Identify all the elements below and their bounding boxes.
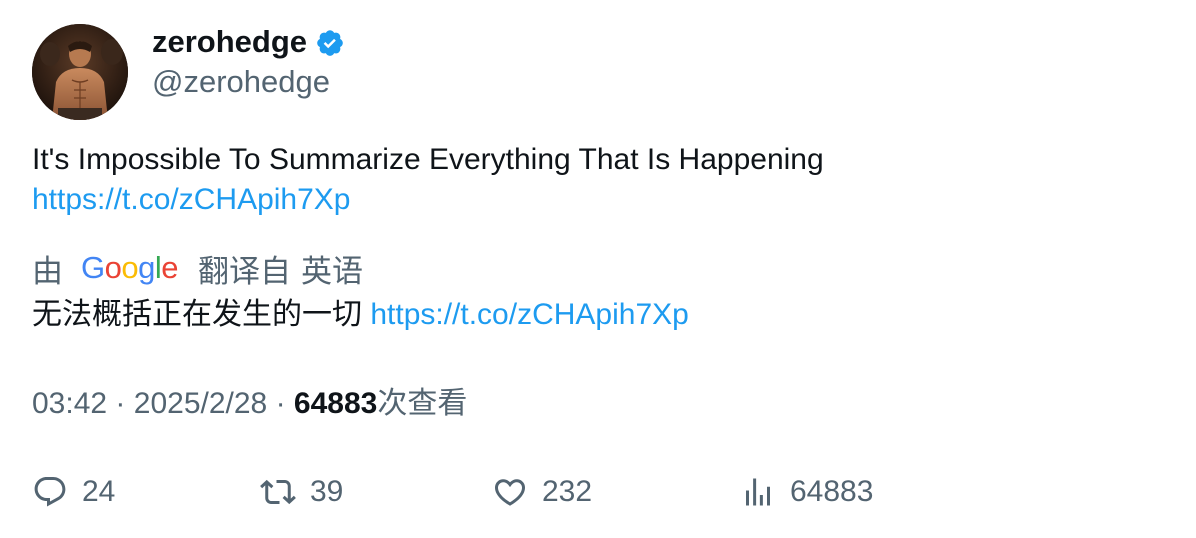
- analytics-icon: [746, 478, 770, 506]
- translated-from-label: 翻译自: [198, 253, 292, 289]
- retweet-count: 39: [310, 475, 344, 508]
- tweet-text-content: It's Impossible To Summarize Everything …: [32, 143, 824, 176]
- author-display-name[interactable]: zerohedge: [152, 22, 307, 62]
- google-logo-letter: G: [81, 250, 105, 285]
- translation-attribution: 由 G o o g l e 翻译自 英语: [32, 246, 363, 290]
- views-button[interactable]: 64883: [740, 470, 873, 514]
- views-label: 次查看: [377, 387, 468, 420]
- author-name-row: zerohedge: [152, 22, 345, 62]
- avatar-image: [32, 24, 128, 120]
- author-handle[interactable]: @zerohedge: [152, 62, 330, 102]
- meta-separator: ·: [275, 387, 286, 420]
- translated-text: 无法概括正在发生的一切 https://t.co/zCHApih7Xp: [32, 294, 689, 336]
- retweet-button[interactable]: 39: [260, 470, 343, 514]
- reply-icon: [34, 477, 66, 507]
- google-logo-letter: o: [121, 250, 139, 285]
- reply-button[interactable]: 24: [32, 470, 115, 514]
- google-logo-letter: g: [138, 250, 155, 285]
- google-logo-letter: e: [161, 250, 179, 285]
- avatar[interactable]: [32, 24, 128, 120]
- tweet-meta: 03:42 · 2025/2/28 · 64883次查看: [32, 384, 467, 424]
- meta-separator: ·: [115, 387, 126, 420]
- google-logo[interactable]: G o o g l e: [81, 250, 179, 286]
- tweet-date[interactable]: 2025/2/28: [134, 387, 267, 420]
- google-logo-letter: o: [104, 250, 122, 285]
- retweet-icon: [260, 479, 296, 505]
- verified-badge-icon: [315, 28, 345, 58]
- tweet-time[interactable]: 03:42: [32, 387, 107, 420]
- like-button[interactable]: 232: [492, 470, 592, 514]
- source-language: 英语: [301, 253, 364, 289]
- heart-icon: [494, 479, 526, 506]
- translated-text-content: 无法概括正在发生的一切: [32, 298, 362, 331]
- tweet-card: zerohedge @zerohedge It's Impossible To …: [0, 0, 1196, 538]
- reply-count: 24: [82, 475, 116, 508]
- tweet-actions: 24 39 232 64883: [32, 470, 1172, 514]
- views-count: 64883: [293, 387, 378, 420]
- views-action-count: 64883: [790, 475, 874, 508]
- translated-by-label: 由: [32, 253, 63, 289]
- tweet-text: It's Impossible To Summarize Everything …: [32, 140, 1162, 220]
- like-count: 232: [542, 475, 593, 508]
- translated-tweet-link[interactable]: https://t.co/zCHApih7Xp: [370, 298, 689, 331]
- tweet-link[interactable]: https://t.co/zCHApih7Xp: [32, 183, 351, 216]
